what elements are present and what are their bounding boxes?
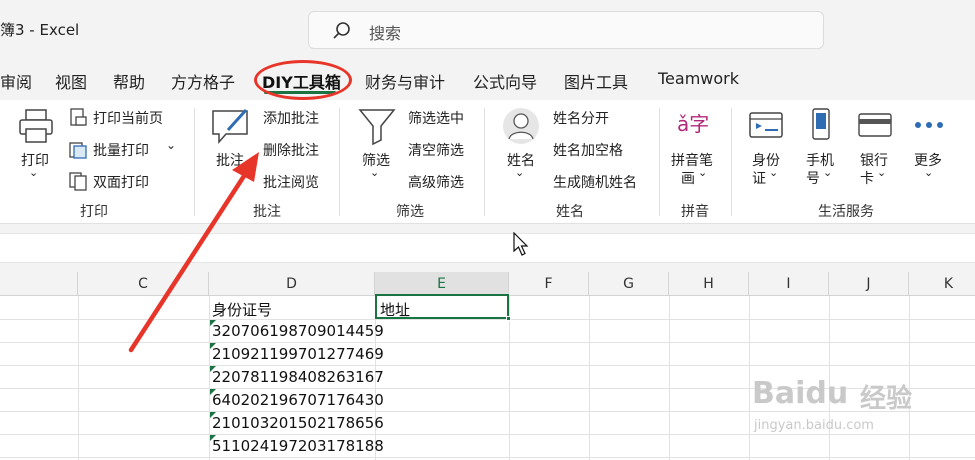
watermark-brand: Baidu [752,376,849,411]
baidu-watermark-logo: Baidu 经验 jingyan.baidu.com [752,376,927,442]
watermark-cn: 经验 [860,384,913,414]
watermark-url: jingyan.baidu.com [754,418,874,433]
